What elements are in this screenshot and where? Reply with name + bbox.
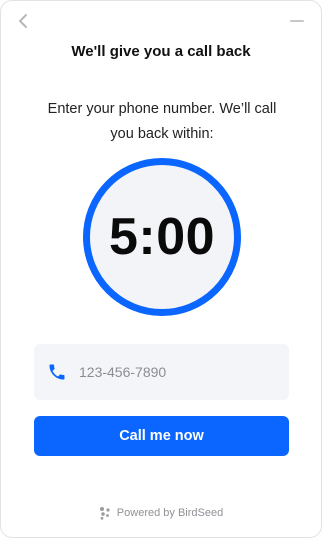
callback-widget: We'll give you a call back Enter your ph…: [0, 0, 322, 538]
phone-icon: [46, 361, 68, 383]
minimize-button[interactable]: [287, 11, 307, 31]
page-title: We'll give you a call back: [71, 43, 251, 60]
phone-number-input[interactable]: [79, 364, 269, 380]
phone-field[interactable]: [34, 344, 289, 400]
birdseed-logo-icon: [99, 506, 111, 520]
call-me-now-button[interactable]: Call me now: [34, 416, 289, 456]
instruction-text: Enter your phone number. We’ll call you …: [47, 101, 277, 142]
countdown-timer: 5:00: [83, 158, 241, 316]
powered-by-footer: Powered by BirdSeed: [1, 506, 321, 520]
back-button[interactable]: [13, 11, 33, 31]
timer-value: 5:00: [108, 208, 216, 266]
powered-by-text: Powered by BirdSeed: [116, 507, 224, 519]
minimize-icon: [290, 20, 304, 22]
chevron-left-icon: [19, 14, 27, 28]
